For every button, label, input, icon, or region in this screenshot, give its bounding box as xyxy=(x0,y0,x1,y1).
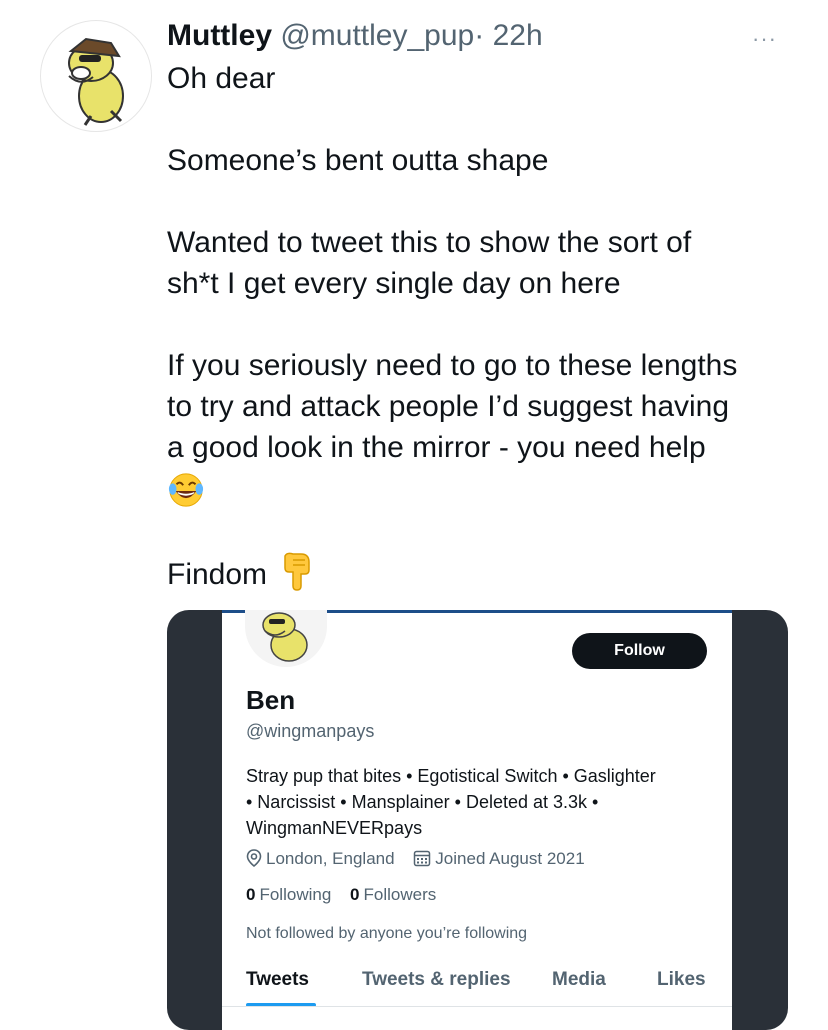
emoji-line xyxy=(167,468,807,509)
tweet-line: a good look in the mirror - you need hel… xyxy=(167,431,706,464)
calendar-icon xyxy=(414,850,431,867)
profile-tabs: Tweets Tweets & replies Media Likes xyxy=(222,969,732,1009)
joined-text: Joined August 2021 xyxy=(435,849,585,868)
location-pin-icon xyxy=(246,849,262,867)
bio-line: WingmanNEVERpays xyxy=(246,818,423,838)
muttley-dog-avatar-icon xyxy=(68,37,124,126)
following-label: Following xyxy=(259,885,332,904)
tab-likes[interactable]: Likes xyxy=(657,969,706,991)
more-options-icon[interactable]: ··· xyxy=(752,26,788,51)
following-count: 0 xyxy=(246,885,256,904)
author-name[interactable]: Muttley xyxy=(167,19,272,52)
bio-line: • Narcissist • Mansplainer • Deleted at … xyxy=(246,792,599,812)
profile-joined: Joined August 2021 xyxy=(413,849,585,868)
tweet-line: If you seriously need to go to these len… xyxy=(167,349,738,382)
tab-tweets-replies[interactable]: Tweets & replies xyxy=(362,969,511,991)
tweet-line: Someone’s bent outta shape xyxy=(167,144,549,177)
followers-count: 0 xyxy=(350,885,360,904)
profile-bio: Stray pup that bites • Egotistical Switc… xyxy=(246,763,716,841)
author-avatar[interactable] xyxy=(40,20,152,132)
profile-meta: London, England Joined August 2021 xyxy=(246,849,599,869)
profile-handle: @wingmanpays xyxy=(246,721,375,741)
tweet-line: Oh dear xyxy=(167,62,276,95)
followers-count-link[interactable]: 0 Followers xyxy=(350,885,436,904)
tweet-timestamp[interactable]: 22h xyxy=(493,19,543,52)
embedded-profile-screenshot: Follow Ben @wingmanpays Stray pup that b… xyxy=(222,610,732,1030)
not-followed-note: Not followed by anyone you’re following xyxy=(246,925,528,942)
profile-counts: 0 Following 0 Followers xyxy=(246,885,450,905)
bio-line: Stray pup that bites • Egotistical Switc… xyxy=(246,766,656,786)
tweet-line: Findom xyxy=(167,550,807,595)
profile-location: London, England xyxy=(246,849,399,868)
followers-label: Followers xyxy=(363,885,437,904)
findom-text: Findom xyxy=(167,558,268,592)
location-text: London, England xyxy=(266,849,395,868)
tab-tweets[interactable]: Tweets xyxy=(246,969,309,991)
tab-media[interactable]: Media xyxy=(552,969,606,991)
tweet-line: Wanted to tweet this to show the sort of xyxy=(167,226,692,259)
embedded-profile-avatar xyxy=(245,610,327,667)
tweet-line: to try and attack people I’d suggest hav… xyxy=(167,390,730,423)
tweet-media-image[interactable]: Follow Ben @wingmanpays Stray pup that b… xyxy=(167,610,788,1030)
tweet-text: Oh dear Someone’s bent outta shape Wante… xyxy=(167,58,807,595)
author-handle[interactable]: @muttley_pup xyxy=(280,19,474,52)
following-count-link[interactable]: 0 Following xyxy=(246,885,331,904)
profile-name: Ben xyxy=(246,685,296,715)
tabs-divider xyxy=(222,1006,732,1007)
tweet-line: sh*t I get every single day on here xyxy=(167,267,621,300)
header-separator: · xyxy=(474,19,485,52)
follow-button[interactable]: Follow xyxy=(572,633,707,669)
dog-avatar-icon xyxy=(262,612,308,662)
laughing-crying-emoji-icon xyxy=(168,473,204,507)
pointing-down-emoji-icon xyxy=(284,552,310,591)
tweet-header: Muttley @muttley_pup· 22h xyxy=(167,18,543,54)
